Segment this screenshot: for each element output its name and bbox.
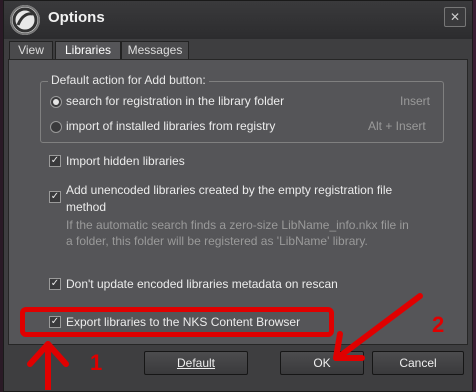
annotation-step-2: 2 [432,312,445,337]
annotation-step-1: 1 [90,350,103,375]
annotation-arrow-1 [27,341,69,390]
annotation-arrows [27,293,423,390]
annotation-arrow-2 [333,293,423,361]
